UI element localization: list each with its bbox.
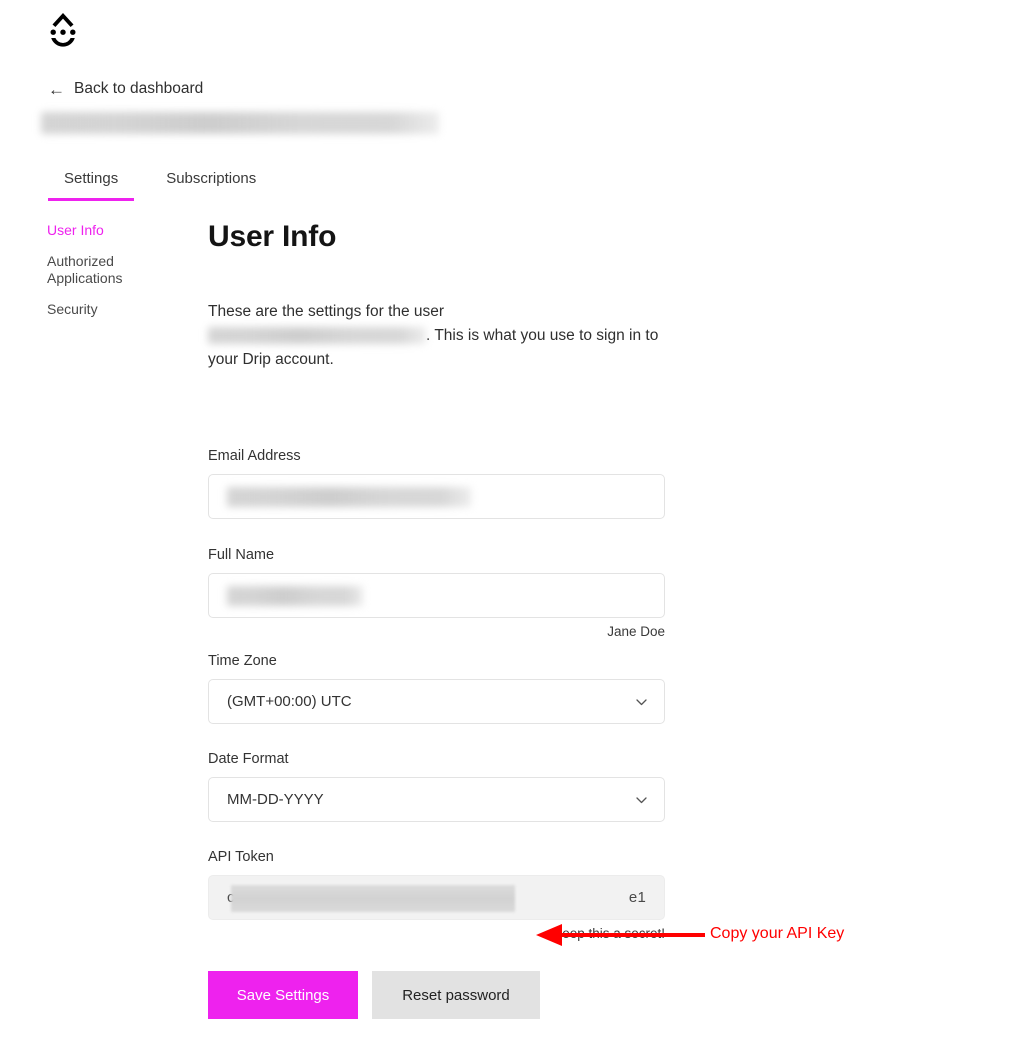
tab-settings-label: Settings (64, 170, 119, 187)
sidebar-item-label: Authorized Applications (47, 253, 123, 286)
form-actions: Save Settings Reset password (208, 971, 668, 1019)
tab-settings[interactable]: Settings (48, 166, 135, 201)
back-to-dashboard-label: Back to dashboard (74, 80, 204, 97)
back-to-dashboard-link[interactable]: ← Back to dashboard (48, 80, 203, 98)
field-date-format: Date Format MM-DD-YYYY (208, 751, 668, 822)
intro-paragraph: These are the settings for the user . Th… (208, 300, 660, 372)
time-zone-select[interactable]: (GMT+00:00) UTC (208, 679, 665, 724)
field-api-token: API Token c e1 Keep this a secret! (208, 849, 668, 941)
email-address-label: Email Address (208, 448, 301, 464)
time-zone-label: Time Zone (208, 653, 277, 669)
api-token-label: API Token (208, 849, 274, 865)
drip-logo[interactable] (40, 9, 86, 55)
field-full-name: Full Name Jane Doe (208, 547, 668, 639)
api-token-hint: Keep this a secret! (553, 926, 665, 941)
tab-subscriptions-label: Subscriptions (166, 170, 257, 187)
full-name-label: Full Name (208, 547, 275, 563)
full-name-value-redacted (227, 585, 363, 606)
intro-text-before: These are the settings for the user (208, 303, 445, 320)
date-format-value: MM-DD-YYYY (227, 791, 324, 808)
intro-email-redacted (208, 327, 426, 344)
sidebar-item-user-info[interactable]: User Info (47, 222, 187, 239)
full-name-hint: Jane Doe (607, 624, 665, 639)
sidebar-item-authorized-applications[interactable]: Authorized Applications (47, 253, 187, 287)
sidebar-item-label: Security (47, 301, 98, 317)
full-name-input[interactable] (208, 573, 665, 618)
chevron-down-icon (635, 793, 648, 806)
settings-sidebar: User Info Authorized Applications Securi… (47, 222, 187, 332)
chevron-down-icon (635, 695, 648, 708)
save-settings-button[interactable]: Save Settings (208, 971, 358, 1019)
date-format-label: Date Format (208, 751, 289, 767)
email-value-redacted (227, 486, 471, 507)
api-token-input[interactable]: c e1 (208, 875, 665, 920)
reset-password-button[interactable]: Reset password (372, 971, 540, 1019)
email-input[interactable] (208, 474, 665, 519)
sidebar-item-label: User Info (47, 222, 104, 238)
date-format-select[interactable]: MM-DD-YYYY (208, 777, 665, 822)
time-zone-value: (GMT+00:00) UTC (227, 693, 352, 710)
api-token-suffix: e1 (628, 889, 646, 906)
tab-bar: Settings Subscriptions (48, 166, 272, 201)
api-token-value-redacted (231, 885, 515, 912)
annotation-label: Copy your API Key (710, 925, 845, 942)
arrow-left-icon: ← (48, 79, 65, 99)
field-time-zone: Time Zone (GMT+00:00) UTC (208, 653, 668, 724)
tab-subscriptions[interactable]: Subscriptions (150, 166, 272, 201)
sidebar-item-security[interactable]: Security (47, 301, 187, 318)
main-content: User Info These are the settings for the… (208, 218, 668, 1019)
page-title: User Info (208, 220, 337, 253)
account-title-redacted (41, 112, 439, 134)
field-email-address: Email Address (208, 448, 668, 519)
